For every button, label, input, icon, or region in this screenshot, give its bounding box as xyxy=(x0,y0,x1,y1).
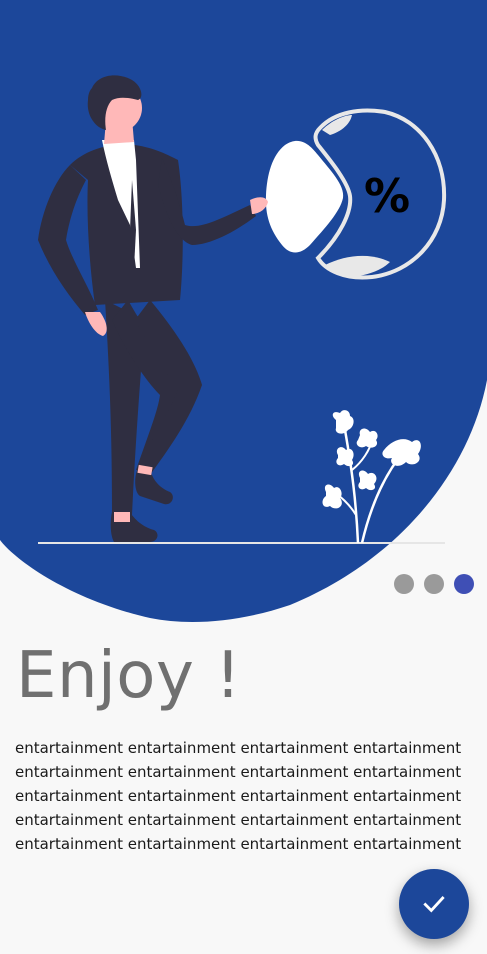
page-dot-1[interactable] xyxy=(394,574,414,594)
hero-illustration: % xyxy=(0,0,487,622)
page-dot-2[interactable] xyxy=(424,574,444,594)
percent-symbol: % xyxy=(364,169,410,223)
page-title: Enjoy ! xyxy=(16,639,242,713)
page-dot-3-active[interactable] xyxy=(454,574,474,594)
hero-background-shape xyxy=(0,0,487,622)
onboarding-screen: % Enjoy ! entartainment entartainment en… xyxy=(0,0,487,954)
page-indicator xyxy=(394,574,474,594)
check-icon xyxy=(423,896,445,913)
page-description: entartainment entartainment entartainmen… xyxy=(15,739,462,853)
done-button[interactable] xyxy=(399,869,469,939)
